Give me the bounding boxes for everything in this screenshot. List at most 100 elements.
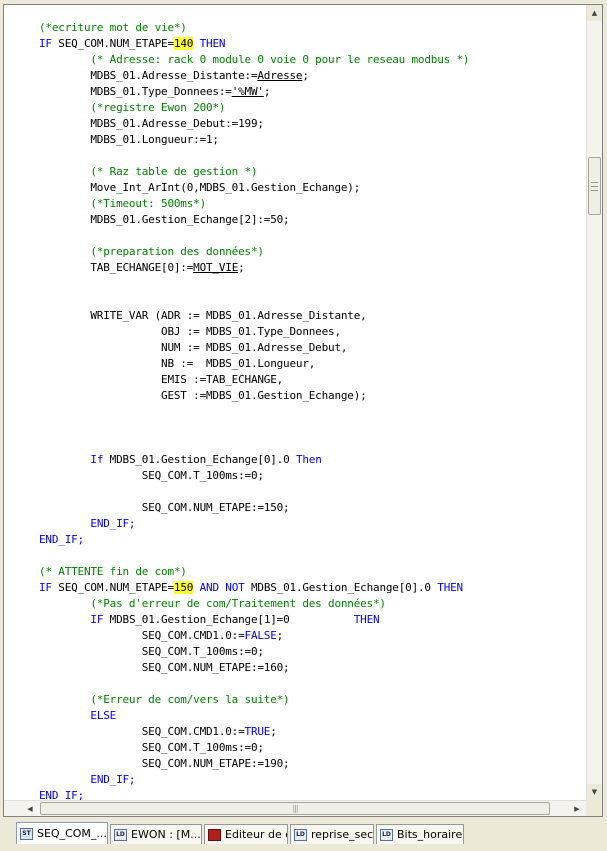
keyword-token: FALSE — [244, 629, 277, 642]
code-token: Adresse — [257, 69, 303, 82]
ld-language-icon: LD — [380, 828, 393, 841]
code-editor[interactable]: (*ecriture mot de vie*) IF SEQ_COM.NUM_ET… — [4, 5, 587, 800]
code-token: TAB_ECHANGE[0]:= — [39, 261, 194, 274]
code-line[interactable]: MDBS_01.Adresse_Distante:=Adresse; — [39, 68, 469, 84]
code-line[interactable] — [39, 676, 469, 692]
horizontal-scroll-thumb[interactable]: ||| — [40, 802, 550, 815]
code-line[interactable]: SEQ_COM.T_100ms:=0; — [39, 644, 469, 660]
code-line[interactable]: (*preparation des données*) — [39, 244, 469, 260]
code-line[interactable]: SEQ_COM.T_100ms:=0; — [39, 468, 469, 484]
scroll-up-arrow-icon[interactable]: ▲ — [587, 5, 602, 21]
highlighted-value: 140 — [173, 37, 194, 50]
code-line[interactable]: (* Raz table de gestion *) — [39, 164, 469, 180]
code-line[interactable]: Move_Int_ArInt(0,MDBS_01.Gestion_Echange… — [39, 180, 469, 196]
tab-4[interactable]: LD reprise_sect... — [290, 824, 374, 844]
code-line[interactable]: MDBS_01.Longueur:=1; — [39, 132, 469, 148]
code-line[interactable]: (*Timeout: 500ms*) — [39, 196, 469, 212]
code-line[interactable]: OBJ := MDBS_01.Type_Donnees, — [39, 324, 469, 340]
code-line[interactable]: IF SEQ_COM.NUM_ETAPE=150 AND NOT MDBS_01… — [39, 580, 469, 596]
code-line[interactable]: SEQ_COM.NUM_ETAPE:=160; — [39, 660, 469, 676]
code-line[interactable] — [39, 228, 469, 244]
horizontal-scrollbar[interactable]: ◀ ||| ▶ — [4, 800, 587, 816]
code-token: Move_Int_ArInt(0,MDBS_01.Gestion_Echange… — [39, 181, 361, 194]
code-line[interactable] — [39, 420, 469, 436]
code-token: MDBS_01.Gestion_Echange[1]=0 — [103, 613, 354, 626]
keyword-token: If — [90, 453, 104, 466]
code-token: MDBS_01.Adresse_Distante:= — [39, 69, 258, 82]
grip-icon — [591, 181, 598, 191]
st-code-text[interactable]: (*ecriture mot de vie*) IF SEQ_COM.NUM_ET… — [39, 20, 470, 800]
tab-label: reprise_sect... — [311, 828, 374, 841]
scroll-right-arrow-icon[interactable]: ▶ — [569, 801, 585, 816]
code-line[interactable]: MDBS_01.Adresse_Debut:=199; — [39, 116, 469, 132]
keyword-token: IF — [39, 581, 52, 594]
code-line[interactable]: MDBS_01.Gestion_Echange[2]:=50; — [39, 212, 469, 228]
tab-3[interactable]: Editeur de d... — [204, 824, 288, 844]
code-line[interactable]: EMIS :=TAB_ECHANGE, — [39, 372, 469, 388]
keyword-token: END_IF; — [90, 773, 136, 786]
ld-language-icon: LD — [114, 828, 127, 841]
code-token: SEQ_COM.T_100ms:=0; — [39, 469, 264, 482]
code-line[interactable]: GEST :=MDBS_01.Gestion_Echange); — [39, 388, 469, 404]
scroll-left-arrow-icon[interactable]: ◀ — [22, 801, 38, 816]
code-line[interactable]: (* Adresse: rack 0 module 0 voie 0 pour … — [39, 52, 469, 68]
code-line[interactable]: MDBS_01.Type_Donnees:='%MW'; — [39, 84, 469, 100]
tab-2[interactable]: LD EWON : [M... — [110, 824, 202, 844]
code-line[interactable]: (*registre Ewon 200*) — [39, 100, 469, 116]
code-token: MDBS_01.Gestion_Echange[2]:=50; — [39, 213, 290, 226]
keyword-token: THEN — [353, 613, 380, 626]
code-line[interactable]: SEQ_COM.NUM_ETAPE:=150; — [39, 500, 469, 516]
code-token: SEQ_COM.NUM_ETAPE= — [51, 581, 174, 594]
scroll-down-arrow-icon[interactable]: ▼ — [587, 784, 602, 800]
code-token: SEQ_COM.NUM_ETAPE:=150; — [39, 501, 290, 514]
code-line[interactable]: If MDBS_01.Gestion_Echange[0].0 Then — [39, 452, 469, 468]
code-line[interactable]: (*Pas d'erreur de com/Traitement des don… — [39, 596, 469, 612]
code-line[interactable]: NB := MDBS_01.Longueur, — [39, 356, 469, 372]
code-line[interactable]: SEQ_COM.NUM_ETAPE:=190; — [39, 756, 469, 772]
tab-label: Bits_horaire... — [397, 828, 463, 841]
vertical-scrollbar[interactable]: ▲ ▼ — [586, 5, 602, 800]
code-line[interactable]: END_IF; — [39, 516, 469, 532]
comment-token: (* Raz table de gestion *) — [39, 165, 258, 178]
code-line[interactable]: IF MDBS_01.Gestion_Echange[1]=0 THEN — [39, 612, 469, 628]
code-line[interactable]: END_IF; — [39, 788, 469, 800]
code-token: MDBS_01.Gestion_Echange[0].0 — [244, 581, 438, 594]
code-line[interactable]: NUM := MDBS_01.Adresse_Debut, — [39, 340, 469, 356]
code-line[interactable] — [39, 276, 469, 292]
code-line[interactable]: WRITE_VAR (ADR := MDBS_01.Adresse_Distan… — [39, 308, 469, 324]
code-token: SEQ_COM.T_100ms:=0; — [39, 645, 264, 658]
code-line[interactable]: ELSE — [39, 708, 469, 724]
code-line[interactable] — [39, 292, 469, 308]
code-line[interactable]: (*ecriture mot de vie*) — [39, 20, 469, 36]
code-line[interactable]: TAB_ECHANGE[0]:=MOT_VIE; — [39, 260, 469, 276]
keyword-token: THEN — [199, 37, 226, 50]
code-line[interactable] — [39, 148, 469, 164]
tab-5[interactable]: LD Bits_horaire... — [376, 824, 464, 844]
keyword-token: Then — [295, 453, 322, 466]
tab-label: Editeur de d... — [225, 828, 287, 841]
code-line[interactable] — [39, 548, 469, 564]
code-line[interactable]: END_IF; — [39, 772, 469, 788]
code-token: MDBS_01.Gestion_Echange[0].0 — [103, 453, 296, 466]
code-line[interactable] — [39, 484, 469, 500]
code-line[interactable]: SEQ_COM.CMD1.0:=TRUE; — [39, 724, 469, 740]
comment-token: (*ecriture mot de vie*) — [39, 21, 187, 34]
code-line[interactable]: (*Erreur de com/vers la suite*) — [39, 692, 469, 708]
code-token: '%MW' — [231, 85, 264, 98]
tab-1[interactable]: ST SEQ_COM_... — [16, 822, 108, 844]
code-line[interactable]: (* ATTENTE fin de com*) — [39, 564, 469, 580]
keyword-token: ELSE — [90, 709, 117, 722]
code-token: ; — [270, 725, 277, 738]
code-line[interactable]: SEQ_COM.T_100ms:=0; — [39, 740, 469, 756]
code-line[interactable]: SEQ_COM.CMD1.0:=FALSE; — [39, 628, 469, 644]
code-line[interactable] — [39, 436, 469, 452]
code-token: NUM := MDBS_01.Adresse_Debut, — [39, 341, 348, 354]
code-token: ; — [276, 629, 284, 642]
code-token: SEQ_COM.NUM_ETAPE:=190; — [39, 757, 290, 770]
code-line[interactable]: IF SEQ_COM.NUM_ETAPE=140 THEN — [39, 36, 469, 52]
code-line[interactable] — [39, 404, 469, 420]
code-line[interactable]: END_IF; — [39, 532, 469, 548]
vertical-scroll-thumb[interactable] — [588, 157, 601, 215]
